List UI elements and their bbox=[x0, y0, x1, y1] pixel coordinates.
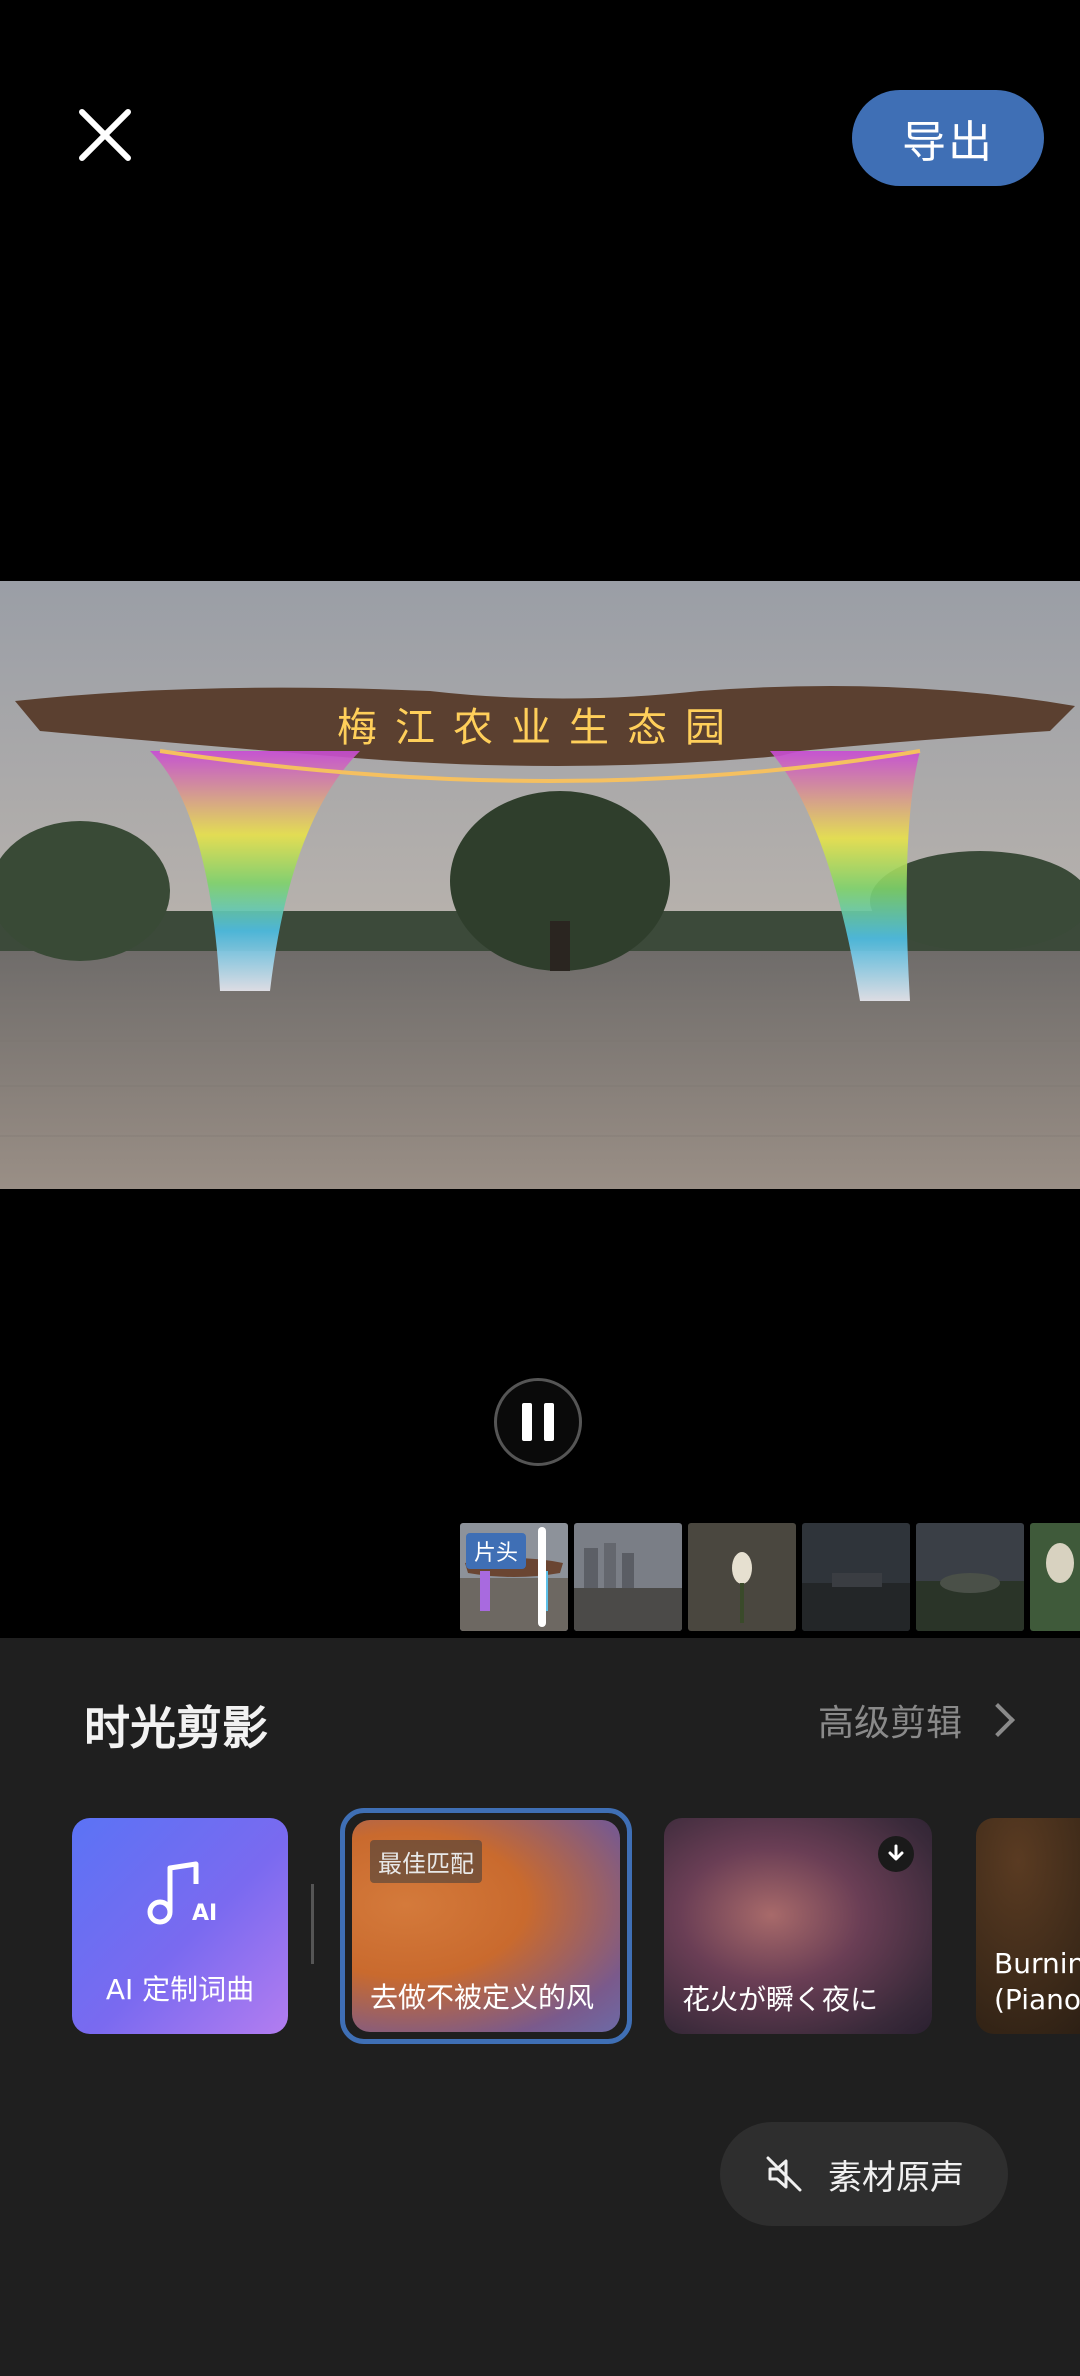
track-title: 去做不被定义的风 bbox=[370, 1981, 595, 2014]
track-card-selected[interactable]: 最佳匹配 去做不被定义的风 bbox=[352, 1820, 620, 2032]
advanced-edit-link[interactable]: 高级剪辑 bbox=[817, 1694, 1015, 1746]
ai-compose-label: AI 定制词曲 bbox=[105, 1973, 255, 2006]
music-panel: 时光剪影 高级剪辑 AI AI 定制词曲 最佳匹配 去做不被定义的风 花火が瞬く… bbox=[0, 1638, 1080, 2376]
intro-badge: 片头 bbox=[466, 1533, 527, 1569]
timeline-thumbnail[interactable] bbox=[802, 1523, 910, 1631]
playhead[interactable] bbox=[538, 1527, 546, 1627]
timeline-thumbnail[interactable] bbox=[688, 1523, 796, 1631]
track-card[interactable]: Burnin (Piano bbox=[976, 1818, 1080, 2034]
close-icon bbox=[79, 109, 131, 161]
export-button[interactable]: 导出 bbox=[852, 90, 1044, 186]
video-preview[interactable]: 梅江农业生态园 bbox=[0, 581, 1080, 1189]
panel-title: 时光剪影 bbox=[84, 1701, 268, 1755]
track-subtitle: (Piano bbox=[994, 1983, 1080, 2016]
timeline-strip[interactable]: 片头 bbox=[460, 1523, 1080, 1631]
download-icon[interactable] bbox=[878, 1836, 914, 1872]
timeline-thumbnail[interactable] bbox=[574, 1523, 682, 1631]
timeline-thumbnail[interactable] bbox=[916, 1523, 1024, 1631]
chevron-right-icon bbox=[981, 1703, 1015, 1737]
original-sound-label: 素材原声 bbox=[828, 2157, 964, 2198]
speaker-muted-icon bbox=[766, 2156, 802, 2192]
original-sound-toggle[interactable]: 素材原声 bbox=[720, 2122, 1008, 2226]
timeline-thumbnail[interactable] bbox=[1030, 1523, 1080, 1631]
track-card[interactable]: 花火が瞬く夜に bbox=[664, 1818, 932, 2034]
ai-compose-card[interactable]: AI AI 定制词曲 bbox=[72, 1818, 288, 2034]
advanced-edit-label: 高级剪辑 bbox=[817, 1703, 962, 1744]
best-match-badge: 最佳匹配 bbox=[370, 1840, 482, 1883]
pause-button[interactable] bbox=[494, 1378, 582, 1466]
music-note-icon: AI bbox=[147, 1861, 217, 1926]
timeline-thumbnail[interactable]: 片头 bbox=[460, 1523, 568, 1631]
track-title: Burnin bbox=[994, 1947, 1080, 1980]
close-button[interactable] bbox=[70, 100, 140, 170]
track-title: 花火が瞬く夜に bbox=[682, 1983, 879, 2016]
preview-sign-text: 梅江农业生态园 bbox=[337, 705, 743, 751]
divider bbox=[311, 1884, 314, 1964]
pause-icon bbox=[522, 1403, 532, 1441]
ai-icon-text: AI bbox=[192, 1901, 217, 1926]
